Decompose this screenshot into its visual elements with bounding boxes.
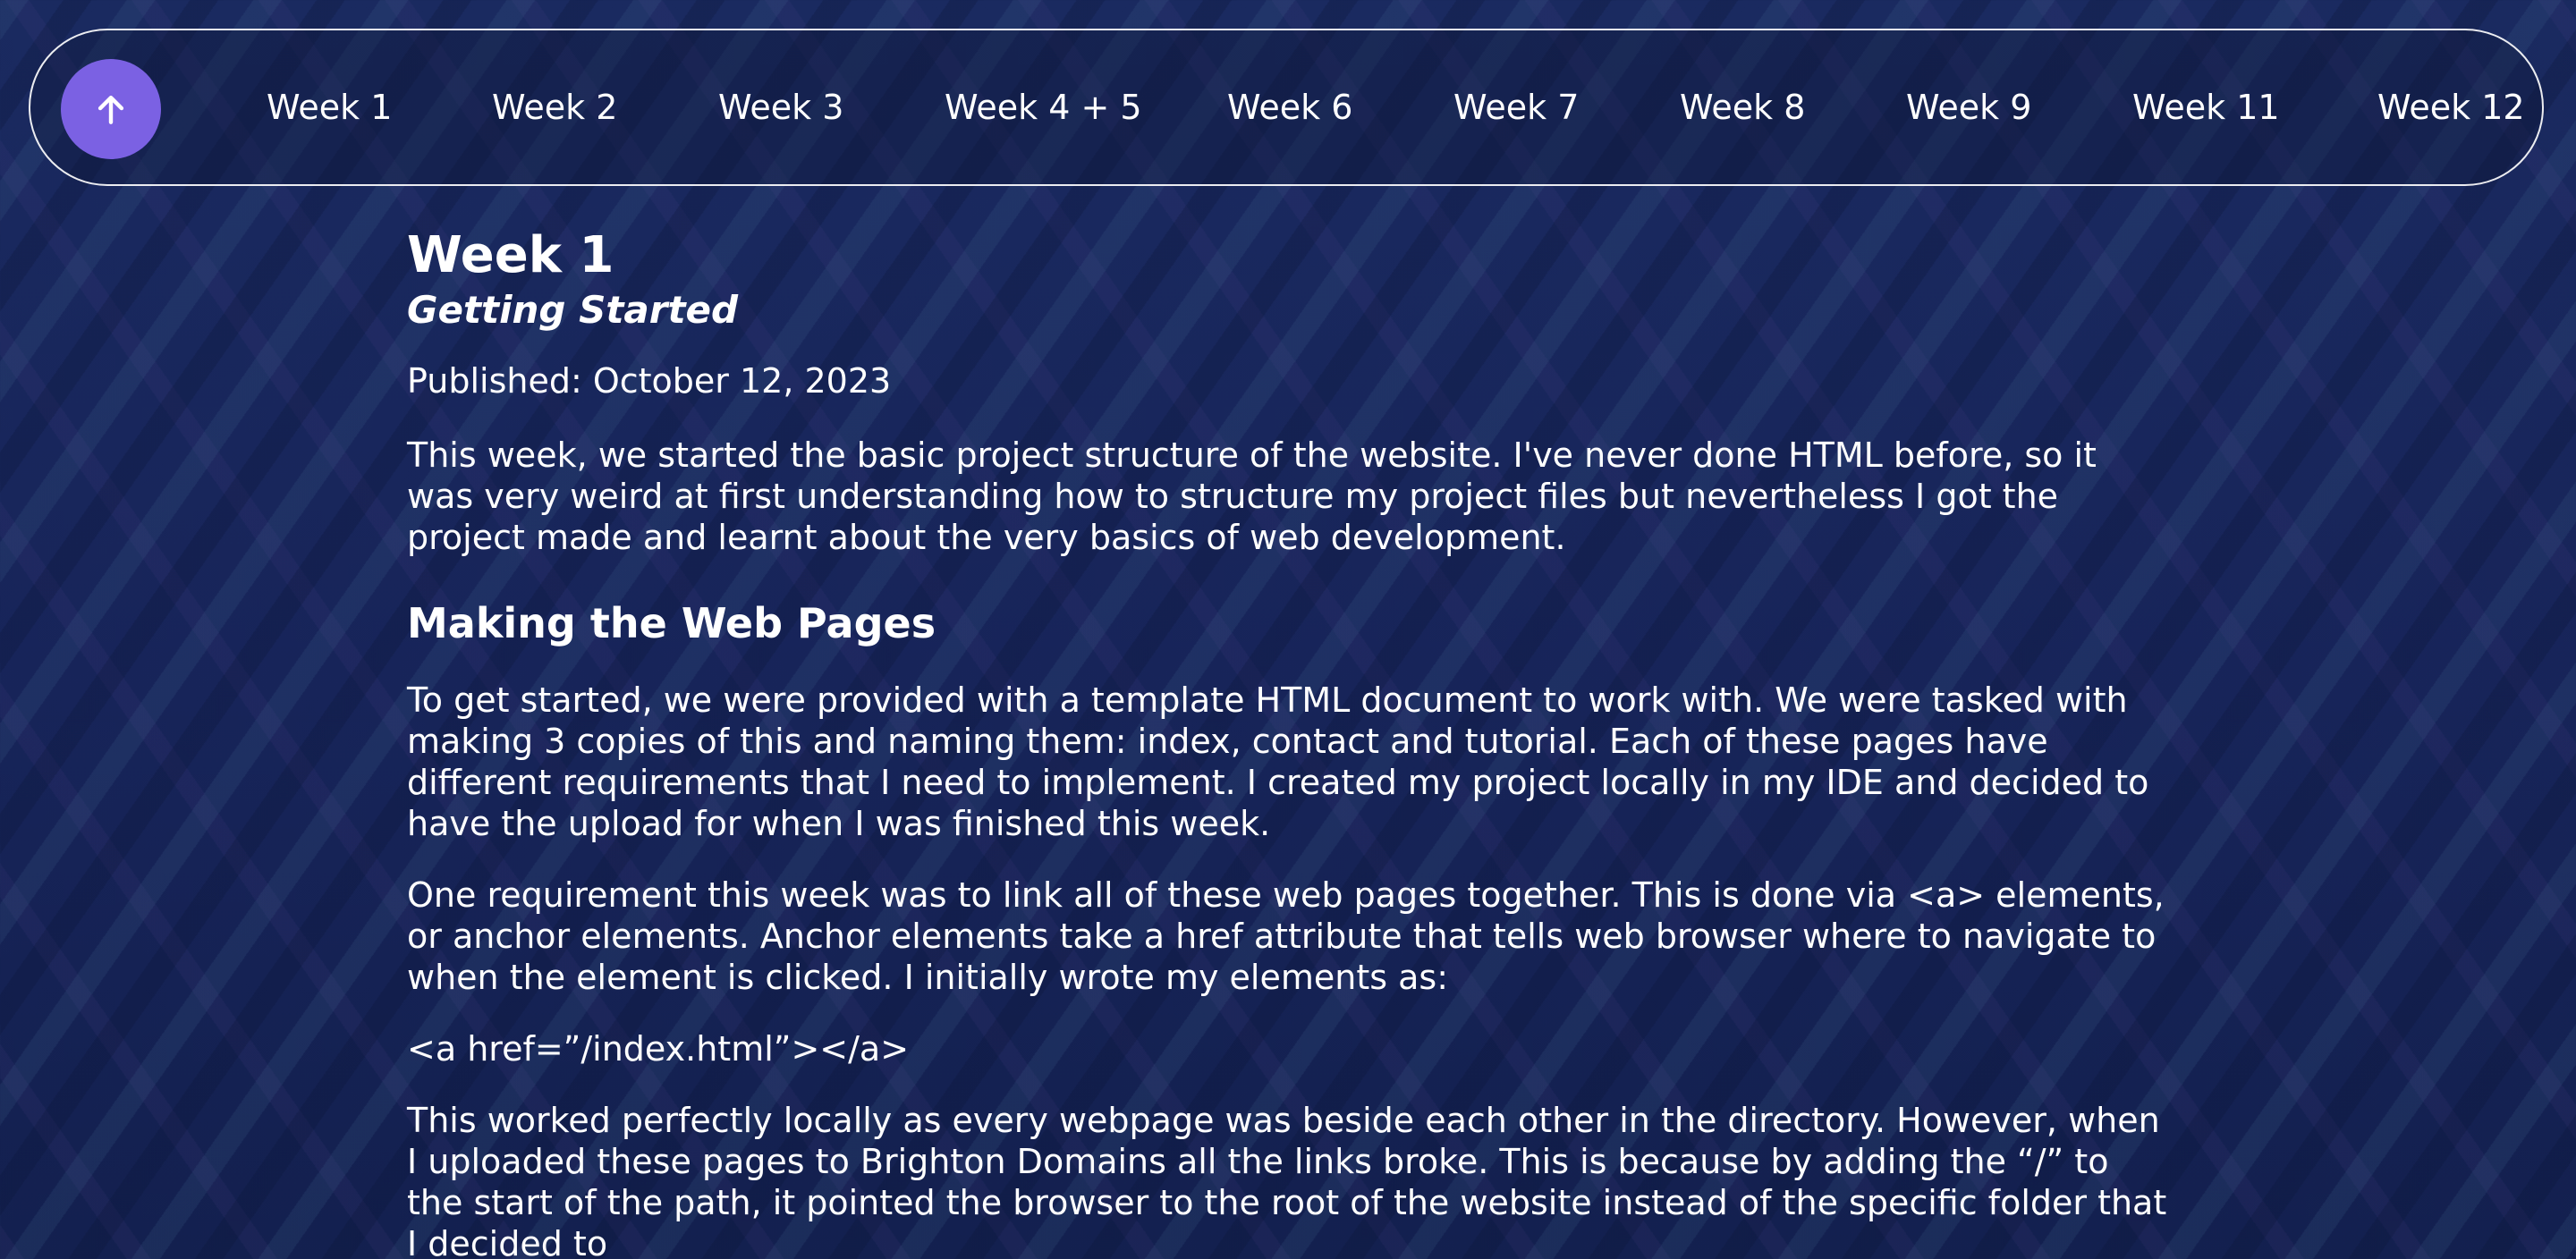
week-navigation-bar: Week 1 Week 2 Week 3 Week 4 + 5 Week 6 W… (29, 29, 2544, 186)
nav-link-week-7[interactable]: Week 7 (1453, 30, 1579, 184)
nav-link-week-3[interactable]: Week 3 (718, 30, 843, 184)
nav-link-week-6[interactable]: Week 6 (1227, 30, 1352, 184)
nav-link-week-4-5[interactable]: Week 4 + 5 (945, 30, 1142, 184)
body-paragraph-2: One requirement this week was to link al… (407, 875, 2165, 997)
body-paragraph-1: To get started, we were provided with a … (407, 680, 2149, 843)
published-date: Published: October 12, 2023 (407, 361, 892, 401)
nav-link-week-1[interactable]: Week 1 (267, 30, 392, 184)
section-heading: Making the Web Pages (407, 599, 936, 647)
body-paragraph-3: This worked perfectly locally as every w… (407, 1101, 2167, 1259)
intro-paragraph: This week, we started the basic project … (407, 435, 2097, 557)
nav-link-week-8[interactable]: Week 8 (1680, 30, 1805, 184)
code-example: <a href=”/index.html”></a> (407, 1029, 910, 1069)
nav-links: Week 1 Week 2 Week 3 Week 4 + 5 Week 6 W… (30, 30, 2542, 184)
nav-link-week-11[interactable]: Week 11 (2132, 30, 2280, 184)
blog-article: Week 1 Getting Started Published: Octobe… (407, 225, 2169, 1259)
page-title: Week 1 (407, 226, 614, 284)
page-subtitle: Getting Started (407, 288, 739, 332)
nav-link-week-2[interactable]: Week 2 (492, 30, 617, 184)
nav-link-week-9[interactable]: Week 9 (1906, 30, 2031, 184)
nav-link-week-12[interactable]: Week 12 (2377, 30, 2525, 184)
